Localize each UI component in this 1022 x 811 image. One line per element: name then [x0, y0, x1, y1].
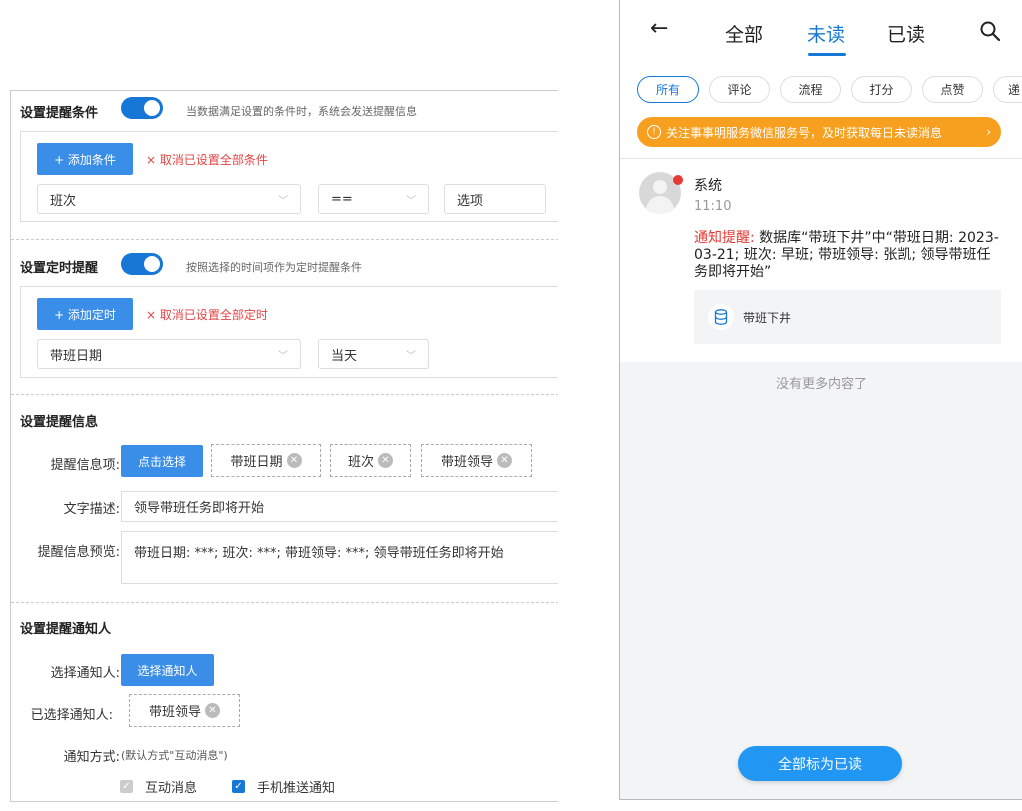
timer-hint: 按照选择的时间项作为定时提醒条件 [186, 261, 362, 274]
condition-toggle[interactable] [121, 97, 163, 119]
choose-notifier-label: 选择通知人: [50, 666, 120, 681]
chevron-down-icon: ﹀ [406, 350, 416, 362]
remove-icon[interactable]: ✕ [378, 453, 393, 468]
option-label: 手机推送通知 [257, 781, 336, 796]
info-tag-label: 带班领导 [440, 455, 493, 470]
chevron-down-icon: ﹀ [406, 195, 416, 207]
timer-section-title: 设置定时提醒 [20, 261, 99, 276]
chosen-notifier-tag-label: 带班领导 [148, 705, 201, 720]
database-icon [708, 304, 734, 330]
subscribe-banner[interactable]: ! 关注事事明服务微信服务号，及时获取每日未读消息 › [637, 117, 1001, 147]
timer-when-value: 当天 [331, 348, 358, 364]
checkbox-checked-icon[interactable]: ✓ [232, 780, 245, 793]
message-time: 11:10 [694, 199, 732, 214]
notify-section-title: 设置提醒通知人 [20, 622, 112, 637]
list-footer-area [620, 362, 1022, 799]
filter-more[interactable]: 递 [993, 76, 1022, 103]
divider [11, 239, 558, 240]
preview-label: 提醒信息预览: [37, 545, 120, 560]
timer-date-select[interactable]: 带班日期 ﹀ [37, 339, 301, 369]
back-arrow-icon[interactable]: ← [650, 16, 668, 41]
option-push-notify[interactable]: ✓ 手机推送通知 [232, 777, 335, 796]
mobile-message-panel: ← 全部 未读 已读 所有 评论 流程 打分 点赞 递 ! 关注事事明服务微信服… [619, 0, 1022, 800]
info-tag[interactable]: 班次 ✕ [330, 444, 411, 477]
chosen-notifier-tag[interactable]: 带班领导 ✕ [129, 694, 240, 727]
attachment-label: 带班下井 [743, 310, 792, 325]
remove-icon[interactable]: ✕ [205, 703, 220, 718]
checkbox-disabled-icon: ✓ [120, 780, 133, 793]
attachment-card[interactable]: 带班下井 [694, 290, 1001, 344]
condition-value-input[interactable]: 选项 [444, 184, 546, 214]
condition-field-select[interactable]: 班次 ﹀ [37, 184, 301, 214]
method-note: (默认方式"互动消息") [121, 749, 228, 762]
operator-value: == [331, 191, 353, 207]
condition-hint: 当数据满足设置的条件时，系统会发送提醒信息 [186, 105, 417, 118]
info-section-title: 设置提醒信息 [20, 415, 99, 430]
desc-input[interactable]: 领导带班任务即将开始 [121, 491, 558, 522]
option-interactive-msg: ✓ 互动消息 [120, 777, 197, 796]
add-timer-button[interactable]: + 添加定时 [37, 298, 133, 330]
preview-box: 带班日期: ***; 班次: ***; 带班领导: ***; 领导带班任务即将开… [121, 531, 558, 584]
chosen-notifier-label: 已选择通知人: [30, 708, 113, 723]
chevron-right-icon: › [986, 125, 991, 139]
divider [11, 602, 558, 603]
option-label: 互动消息 [145, 781, 198, 796]
operator-select[interactable]: == ﹀ [318, 184, 429, 214]
filter-flow[interactable]: 流程 [780, 76, 841, 103]
timer-when-select[interactable]: 当天 ﹀ [318, 339, 429, 369]
method-label: 通知方式: [63, 750, 120, 765]
chevron-down-icon: ﹀ [278, 195, 288, 207]
filter-comment[interactable]: 评论 [709, 76, 770, 103]
info-items-label: 提醒信息项: [50, 458, 120, 473]
tab-read[interactable]: 已读 [887, 20, 925, 47]
tab-all[interactable]: 全部 [725, 20, 763, 47]
active-tab-indicator [808, 53, 846, 56]
divider [11, 394, 558, 395]
tab-unread[interactable]: 未读 [807, 20, 845, 47]
condition-box: + 添加条件 × 取消已设置全部条件 班次 ﹀ == ﹀ 选项 [20, 131, 558, 222]
message-sender: 系统 [694, 178, 722, 194]
filter-like[interactable]: 点赞 [922, 76, 983, 103]
search-icon[interactable] [979, 20, 1001, 42]
message-content[interactable]: 通知提醒: 数据库“带班下井”中“带班日期: 2023-03-21; 班次: 早… [694, 230, 1004, 281]
mark-all-read-button[interactable]: 全部标为已读 [738, 746, 902, 781]
remove-icon[interactable]: ✕ [286, 453, 302, 468]
timer-toggle[interactable] [121, 253, 163, 275]
add-condition-button[interactable]: + 添加条件 [37, 143, 133, 175]
message-prefix: 通知提醒: [694, 230, 755, 246]
cancel-all-conditions-link[interactable]: × 取消已设置全部条件 [146, 151, 268, 168]
no-more-text: 没有更多内容了 [775, 377, 867, 392]
click-select-button[interactable]: 点击选择 [121, 445, 203, 477]
banner-text: 关注事事明服务微信服务号，及时获取每日未读消息 [666, 125, 943, 140]
reminder-settings-panel: 设置提醒条件 当数据满足设置的条件时，系统会发送提醒信息 + 添加条件 × 取消… [10, 90, 558, 802]
condition-field-value: 班次 [50, 193, 77, 209]
info-tag-label: 班次 [347, 455, 374, 470]
divider [620, 158, 1022, 159]
info-tag[interactable]: 带班领导 ✕ [421, 444, 532, 477]
timer-date-value: 带班日期 [50, 348, 103, 364]
desc-label: 文字描述: [63, 502, 120, 517]
condition-value-text: 选项 [457, 193, 484, 209]
info-tag-label: 带班日期 [230, 455, 283, 470]
condition-section-title: 设置提醒条件 [20, 106, 99, 121]
info-tag[interactable]: 带班日期 ✕ [211, 444, 321, 477]
chevron-down-icon: ﹀ [278, 350, 288, 362]
cancel-all-timers-link[interactable]: × 取消已设置全部定时 [146, 306, 268, 323]
timer-box: + 添加定时 × 取消已设置全部定时 带班日期 ﹀ 当天 ﹀ [20, 286, 558, 378]
choose-notifier-button[interactable]: 选择通知人 [121, 654, 214, 686]
unread-dot [673, 175, 683, 185]
filter-score[interactable]: 打分 [851, 76, 912, 103]
info-icon: ! [647, 125, 661, 139]
filter-all[interactable]: 所有 [637, 76, 699, 103]
remove-icon[interactable]: ✕ [497, 453, 512, 468]
